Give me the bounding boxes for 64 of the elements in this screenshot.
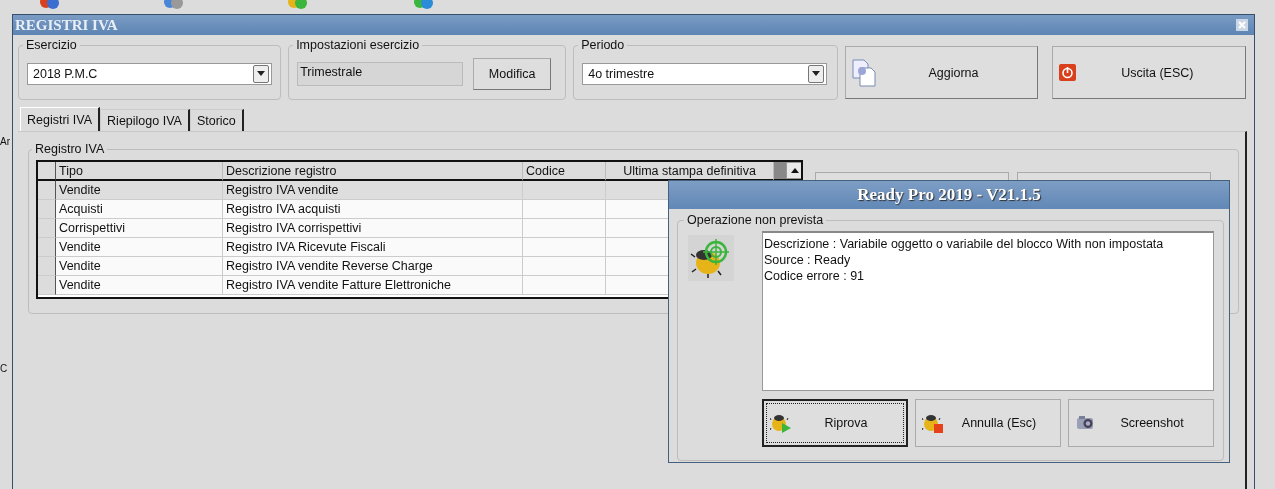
modifica-button[interactable]: Modifica [473, 57, 552, 90]
tab[interactable]: Riepilogo IVA [100, 109, 190, 131]
tab[interactable]: Registri IVA [20, 107, 101, 131]
dropdown-button[interactable] [808, 64, 825, 83]
table-cell: Registro IVA acquisti [223, 200, 523, 219]
toolbar-icon[interactable] [38, 0, 60, 10]
row-header[interactable] [38, 200, 56, 219]
corner-cell [38, 162, 56, 181]
table-cell: Registro IVA vendite Fatture Elettroniche [223, 276, 523, 295]
retry-button[interactable]: Riprova [762, 399, 908, 447]
caret-icon [257, 71, 265, 76]
scrollbar-thumb[interactable] [774, 162, 786, 179]
window-title: REGISTRI IVA [15, 16, 118, 34]
cancel-button[interactable]: Annulla (Esc) [915, 399, 1061, 447]
periodicity-field: Trimestrale [297, 61, 464, 86]
message-line: Source : Ready [764, 252, 852, 268]
table-cell: Registro IVA vendite [223, 181, 523, 200]
dropdown-button[interactable] [253, 64, 269, 83]
group-label: Operazione non prevista [686, 213, 825, 227]
up-arrow-icon [790, 168, 799, 173]
toolbar-icon[interactable] [412, 0, 434, 10]
scroll-up-button[interactable] [786, 162, 801, 179]
error-message-field[interactable]: Descrizione : Variabile oggetto o variabile del blocco With non impostata Source : Ready Codice errore : 91 [762, 231, 1214, 391]
bug-play-icon [770, 412, 792, 434]
screenshot-button[interactable]: Screenshot [1068, 399, 1214, 447]
table-cell: Registro IVA vendite Reverse Charge [223, 257, 523, 276]
group-label: Registro IVA [34, 142, 106, 156]
bug-target-icon [688, 235, 734, 281]
row-header[interactable] [38, 219, 56, 238]
refresh-button[interactable]: Aggiorna [845, 46, 1038, 99]
group-label: Esercizio [25, 38, 78, 52]
document-gear-icon [852, 58, 877, 87]
group-label: Periodo [580, 38, 626, 52]
group-label: Impostazioni esercizio [295, 38, 421, 52]
message-line: Codice errore : 91 [764, 268, 866, 284]
background-label: Ar [0, 136, 11, 148]
dialog-title: Ready Pro 2019 - V21.1.5 [857, 185, 1041, 205]
toolbar-icon[interactable] [162, 0, 184, 10]
message-line: Descrizione : Variabile oggetto o variabile del blocco With non impostata [764, 236, 1165, 252]
background-label: C [0, 363, 9, 375]
exit-button[interactable]: Uscita (ESC) [1051, 46, 1246, 99]
table-cell: Vendite [56, 181, 223, 200]
column-header[interactable]: Tipo [56, 162, 223, 181]
row-header[interactable] [38, 181, 56, 200]
tab[interactable]: Storico [189, 109, 244, 131]
bug-stop-icon [922, 412, 944, 434]
column-header[interactable]: Descrizione registro [223, 162, 523, 181]
column-header[interactable]: Codice [523, 162, 606, 181]
table-cell: Corrispettivi [56, 219, 223, 238]
esercizio-dropdown[interactable]: 2018 P.M.C [27, 62, 272, 85]
row-header[interactable] [38, 276, 56, 295]
table-cell: Vendite [56, 238, 223, 257]
table-cell: Acquisti [56, 200, 223, 219]
table-cell: Vendite [56, 276, 223, 295]
column-header[interactable]: Ultima stampa definitiva [606, 162, 774, 181]
caret-icon [812, 71, 821, 76]
power-icon [1058, 64, 1076, 81]
table-cell: Registro IVA corrispettivi [223, 219, 523, 238]
periodo-dropdown[interactable]: 4o trimestre [582, 62, 828, 85]
row-header[interactable] [38, 238, 56, 257]
table-cell: Registro IVA Ricevute Fiscali [223, 238, 523, 257]
close-icon [1238, 21, 1246, 29]
table-cell: Vendite [56, 257, 223, 276]
row-header[interactable] [38, 257, 56, 276]
